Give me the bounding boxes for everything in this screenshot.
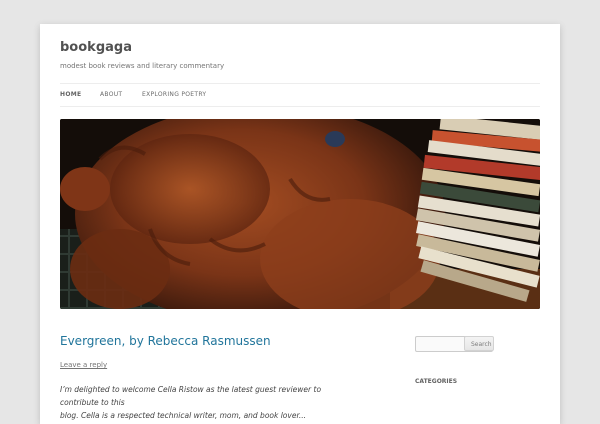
nav-item-exploring-poetry[interactable]: EXPLORING POETRY bbox=[142, 91, 206, 98]
site-container: bookgaga modest book reviews and literar… bbox=[40, 24, 560, 424]
nav-item-home[interactable]: HOME bbox=[60, 91, 81, 98]
post-title[interactable]: Evergreen, by Rebecca Rasmussen bbox=[60, 334, 271, 348]
main-navigation: HOME ABOUT EXPLORING POETRY bbox=[60, 83, 540, 107]
header-photo bbox=[60, 119, 540, 309]
categories-widget-title: CATEGORIES bbox=[415, 378, 458, 385]
post-excerpt: I’m delighted to welcome Cella Ristow as… bbox=[60, 383, 360, 422]
dog-tag bbox=[325, 131, 345, 147]
site-description: modest book reviews and literary comment… bbox=[60, 62, 225, 70]
header-image bbox=[60, 119, 540, 309]
nav-item-about[interactable]: ABOUT bbox=[100, 91, 122, 98]
search-button[interactable]: Search bbox=[464, 336, 494, 351]
post-excerpt-line: blog. Cella is a respected technical wri… bbox=[60, 411, 306, 420]
post-excerpt-line: I’m delighted to welcome Cella Ristow as… bbox=[60, 385, 322, 407]
site-title[interactable]: bookgaga bbox=[60, 40, 132, 55]
leave-reply-link[interactable]: Leave a reply bbox=[60, 361, 107, 369]
